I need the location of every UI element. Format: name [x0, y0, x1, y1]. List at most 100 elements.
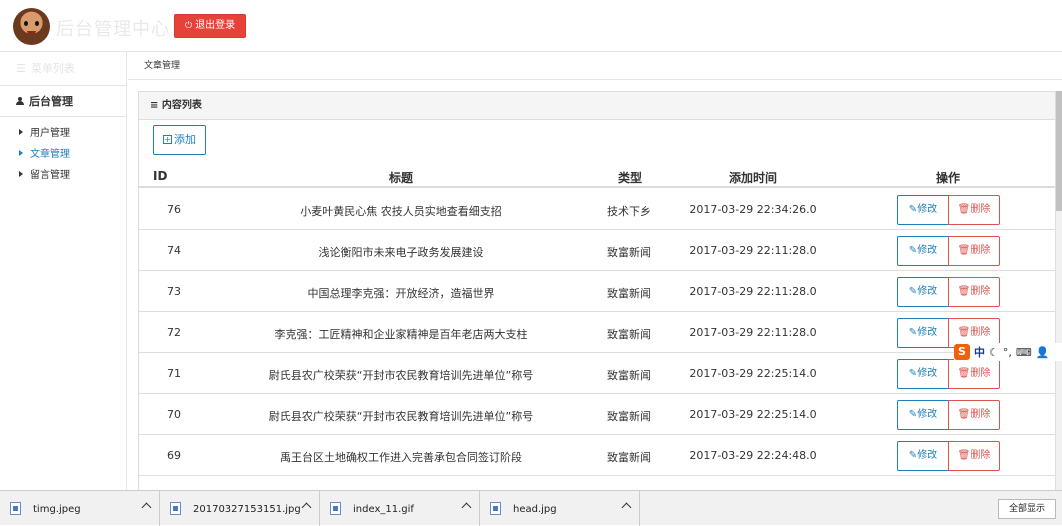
user-icon[interactable]: 👤	[1036, 346, 1050, 359]
moon-icon[interactable]: ☾	[989, 346, 999, 359]
edit-button[interactable]: ✎修改	[897, 441, 949, 471]
cell-title-text: 浅论衡阳市未来电子政务发展建设	[318, 246, 484, 259]
col-action: 操作	[936, 171, 961, 185]
edit-button[interactable]: ✎修改	[897, 195, 949, 225]
delete-label: 删除	[970, 409, 991, 420]
cell-title-text: 中国总理李克强：开放经济，造福世界	[307, 287, 495, 300]
table-header: ID 标题 类型 添加时间 操作	[139, 164, 1057, 188]
cell-type-text: 技术下乡	[607, 205, 651, 218]
cell-time-text: 2017-03-29 22:25:14.0	[689, 408, 817, 421]
chevron-up-icon[interactable]	[621, 502, 632, 513]
user-icon	[16, 97, 24, 105]
trash-icon: 🗑	[957, 368, 971, 379]
edit-label: 修改	[917, 204, 938, 215]
delete-button[interactable]: 🗑删除	[948, 236, 1000, 266]
cell-id: 76	[167, 203, 181, 216]
cell-time-text: 2017-03-29 22:24:48.0	[689, 449, 817, 462]
delete-label: 删除	[970, 327, 991, 338]
download-file-name: timg.jpeg	[33, 504, 81, 515]
download-file-name: index_11.gif	[353, 504, 414, 515]
show-all-downloads-button[interactable]: 全部显示	[998, 499, 1056, 519]
delete-label: 删除	[970, 368, 991, 379]
download-file-name: 20170327153151.jpg	[193, 504, 301, 515]
power-icon: ⏻	[185, 21, 193, 31]
image-file-icon	[10, 502, 21, 515]
trash-icon: 🗑	[957, 245, 971, 256]
sidebar: ☰ 菜单列表 后台管理 用户管理 文章管理 留言管理	[0, 52, 127, 490]
logout-label: 退出登录	[195, 20, 236, 31]
keyboard-icon[interactable]: ⌨	[1016, 346, 1032, 359]
sidebar-list: 用户管理 文章管理 留言管理	[0, 117, 126, 186]
edit-icon: ✎	[908, 204, 918, 215]
delete-button[interactable]: 🗑删除	[948, 400, 1000, 430]
cell-type-text: 致富新闻	[607, 451, 651, 464]
edit-button[interactable]: ✎修改	[897, 359, 949, 389]
trash-icon: 🗑	[957, 286, 971, 297]
trash-icon: 🗑	[957, 204, 971, 215]
trash-icon: 🗑	[957, 327, 971, 338]
logout-button[interactable]: ⏻ 退出登录	[174, 14, 247, 38]
punctuation-icon[interactable]: °,	[1003, 346, 1012, 359]
cell-time-text: 2017-03-29 22:11:28.0	[689, 326, 817, 339]
sidebar-item-messages[interactable]: 留言管理	[0, 165, 126, 186]
edit-button[interactable]: ✎修改	[897, 236, 949, 266]
delete-label: 删除	[970, 204, 991, 215]
download-item[interactable]: index_11.gif	[320, 491, 480, 526]
edit-label: 修改	[917, 368, 938, 379]
delete-button[interactable]: 🗑删除	[948, 195, 1000, 225]
edit-button[interactable]: ✎修改	[897, 277, 949, 307]
download-item[interactable]: 20170327153151.jpg	[160, 491, 320, 526]
download-item[interactable]: timg.jpeg	[0, 491, 160, 526]
delete-button[interactable]: 🗑删除	[948, 277, 1000, 307]
ime-logo-icon[interactable]: S	[954, 344, 970, 360]
downloads-bar: timg.jpeg 20170327153151.jpg index_11.gi…	[0, 490, 1062, 526]
cell-id: 70	[167, 408, 181, 421]
chevron-up-icon[interactable]	[141, 502, 152, 513]
edit-button[interactable]: ✎修改	[897, 400, 949, 430]
delete-label: 删除	[970, 245, 991, 256]
delete-button[interactable]: 🗑删除	[948, 441, 1000, 471]
content-panel: ≡ 内容列表 + 添加 ID 标题 类型 添加时间 操作 76 小麦叶黄民心焦 农技…	[138, 91, 1057, 491]
col-id: ID	[153, 169, 168, 183]
cell-id: 74	[167, 244, 181, 257]
ime-mode[interactable]: 中	[974, 344, 985, 360]
table-body: 76 小麦叶黄民心焦 农技人员实地查看细支招 技术下乡 2017-03-29 22:3…	[139, 189, 1057, 476]
edit-icon: ✎	[908, 245, 918, 256]
cell-type-text: 致富新闻	[607, 410, 651, 423]
cell-id: 69	[167, 449, 181, 462]
add-button[interactable]: + 添加	[153, 125, 206, 155]
caret-right-icon	[19, 171, 23, 177]
chevron-up-icon[interactable]	[461, 502, 472, 513]
download-item[interactable]: head.jpg	[480, 491, 640, 526]
ime-toolbar[interactable]: S 中 ☾ °, ⌨ 👤	[954, 343, 1062, 361]
edit-button[interactable]: ✎修改	[897, 318, 949, 348]
caret-right-icon	[19, 129, 23, 135]
image-file-icon	[170, 502, 181, 515]
cell-type-text: 致富新闻	[607, 246, 651, 259]
sidebar-group-admin[interactable]: 后台管理	[0, 86, 126, 117]
sidebar-item-users[interactable]: 用户管理	[0, 123, 126, 144]
cell-title-text: 李克强：工匠精神和企业家精神是百年老店两大支柱	[274, 328, 528, 341]
hamburger-icon: ☰	[16, 62, 26, 75]
edit-icon: ✎	[908, 450, 918, 461]
sidebar-item-articles[interactable]: 文章管理	[0, 144, 126, 165]
chevron-up-icon[interactable]	[301, 502, 312, 513]
scrollbar-thumb[interactable]	[1056, 91, 1062, 211]
caret-right-icon	[19, 150, 23, 156]
edit-label: 修改	[917, 245, 938, 256]
delete-button[interactable]: 🗑删除	[948, 359, 1000, 389]
download-file-name: head.jpg	[513, 504, 557, 515]
image-file-icon	[490, 502, 501, 515]
sidebar-menu-header: ☰ 菜单列表	[0, 52, 126, 86]
col-type: 类型	[618, 171, 643, 185]
top-header: 后台管理中心 ⏻ 退出登录	[0, 0, 1062, 52]
sidebar-menu-title: 菜单列表	[30, 62, 75, 75]
cell-time-text: 2017-03-29 22:25:14.0	[689, 367, 817, 380]
cell-time-text: 2017-03-29 22:34:26.0	[689, 203, 817, 216]
col-title: 标题	[389, 171, 414, 185]
edit-label: 修改	[917, 286, 938, 297]
edit-icon: ✎	[908, 368, 918, 379]
table-row: 69 禹王台区土地确权工作进入完善承包合同签订阶段 致富新闻 2017-03-29 2…	[139, 435, 1057, 476]
list-icon: ≡	[150, 100, 162, 111]
plus-icon: +	[163, 135, 172, 144]
